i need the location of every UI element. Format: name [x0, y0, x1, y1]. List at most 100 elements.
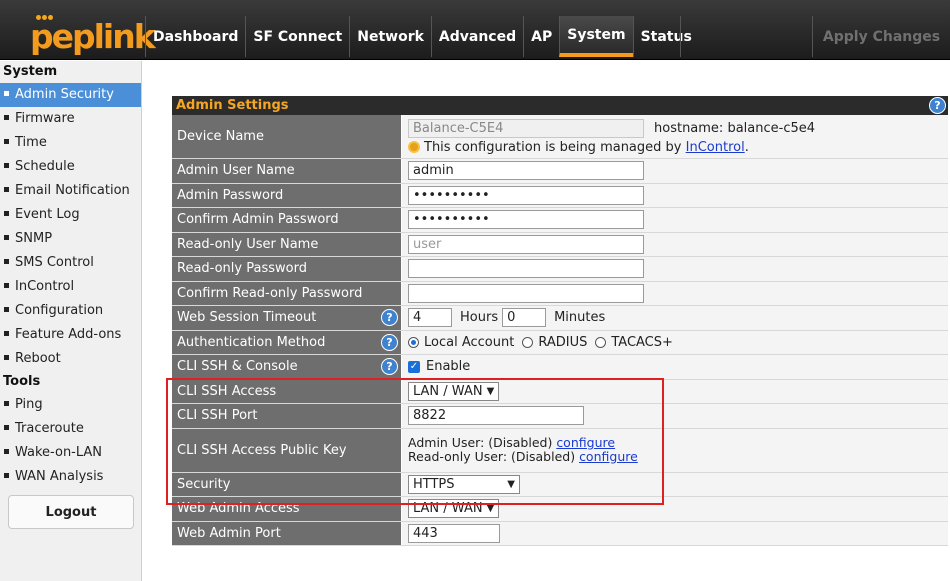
web-admin-port-input[interactable]: 443: [408, 523, 500, 543]
help-icon[interactable]: ?: [381, 358, 398, 376]
tab-advanced[interactable]: Advanced: [430, 16, 523, 57]
cli-ssh-port-input[interactable]: 8822: [408, 406, 584, 426]
sidebar-item-label: WAN Analysis: [15, 469, 104, 484]
radio-tacacs[interactable]: TACACS+: [595, 335, 673, 350]
tab-sf-connect[interactable]: SF Connect: [245, 16, 349, 57]
field-value: 8822: [402, 404, 948, 428]
sidebar-item-label: Event Log: [15, 207, 80, 222]
web-admin-access-select[interactable]: LAN / WAN ▼: [408, 499, 500, 519]
peplink-logo[interactable]: peplink: [0, 0, 156, 60]
apply-changes-button[interactable]: Apply Changes: [812, 16, 950, 57]
field-label: Web Admin Access: [172, 497, 402, 521]
select-value: LAN / WAN: [413, 501, 483, 517]
admin-password-label: Admin Password: [177, 187, 284, 203]
readonly-password-input[interactable]: [408, 259, 644, 279]
tab-network[interactable]: Network: [349, 16, 431, 57]
device-name-input[interactable]: Balance-C5E4: [408, 118, 644, 138]
logout-button[interactable]: Logout: [8, 495, 134, 529]
logo-text: peplink: [30, 17, 156, 56]
sidebar-item-feature-add-ons[interactable]: Feature Add-ons: [0, 323, 141, 347]
radio-local-account[interactable]: Local Account: [408, 335, 514, 350]
field-value: ••••••••••: [402, 208, 948, 232]
bullet-icon: [4, 187, 9, 192]
cli-ssh-access-row: CLI SSH Access LAN / WAN ▼: [172, 379, 948, 404]
readonly-user-name-input[interactable]: user: [408, 234, 644, 254]
readonly-user-key-status: Read-only User: (Disabled): [408, 449, 576, 464]
sidebar-item-admin-security[interactable]: Admin Security: [0, 83, 141, 107]
chevron-down-icon: ▼: [507, 478, 515, 490]
gear-icon: [408, 141, 420, 153]
sidebar-item-label: SMS Control: [15, 255, 94, 270]
incontrol-link[interactable]: InControl: [686, 140, 745, 155]
field-value: ••••••••••: [402, 183, 948, 207]
cli-ssh-port-label: CLI SSH Port: [177, 408, 258, 424]
sidebar-item-incontrol[interactable]: InControl: [0, 275, 141, 299]
security-select[interactable]: HTTPS ▼: [408, 474, 520, 494]
field-value: 4 Hours 0 Minutes: [402, 306, 948, 330]
field-value: Balance-C5E4 hostname: balance-c5e4 This…: [402, 115, 948, 158]
help-icon[interactable]: ?: [929, 97, 946, 114]
managed-suffix: .: [744, 139, 749, 155]
sidebar-item-firmware[interactable]: Firmware: [0, 107, 141, 131]
radio-label: Local Account: [424, 334, 515, 350]
sidebar-item-label: SNMP: [15, 231, 53, 246]
sidebar-item-sms-control[interactable]: SMS Control: [0, 251, 141, 275]
sidebar-item-email-notification[interactable]: Email Notification: [0, 179, 141, 203]
sidebar-item-label: Wake-on-LAN: [15, 445, 103, 460]
admin-password-row: Admin Password ••••••••••: [172, 183, 948, 208]
help-icon[interactable]: ?: [381, 333, 398, 351]
field-label: Authentication Method?: [172, 330, 402, 354]
sidebar-item-label: Admin Security: [15, 87, 114, 102]
web-admin-port-row: Web Admin Port 443: [172, 521, 948, 546]
sidebar-item-configuration[interactable]: Configuration: [0, 299, 141, 323]
readonly-password-label: Read-only Password: [177, 261, 307, 277]
device-name-label: Device Name: [177, 129, 264, 144]
security-row: Security HTTPS ▼: [172, 472, 948, 497]
sidebar-item-snmp[interactable]: SNMP: [0, 227, 141, 251]
sidebar: System Admin Security Firmware Time Sche…: [0, 61, 142, 581]
timeout-hours-input[interactable]: 4: [408, 308, 452, 328]
radio-label: RADIUS: [538, 334, 588, 350]
sidebar-item-reboot[interactable]: Reboot: [0, 347, 141, 371]
tab-ap[interactable]: AP: [523, 16, 559, 57]
confirm-readonly-password-input[interactable]: [408, 283, 644, 303]
sidebar-item-schedule[interactable]: Schedule: [0, 155, 141, 179]
configure-admin-key-link[interactable]: configure: [556, 435, 615, 450]
radio-icon: [595, 336, 607, 348]
field-label: Device Name: [172, 115, 402, 158]
sidebar-item-event-log[interactable]: Event Log: [0, 203, 141, 227]
bullet-icon: [4, 449, 9, 454]
admin-password-input[interactable]: ••••••••••: [408, 185, 644, 205]
readonly-password-row: Read-only Password: [172, 257, 948, 282]
cli-ssh-public-key-row: CLI SSH Access Public Key Admin User: (D…: [172, 428, 948, 473]
field-value: HTTPS ▼: [402, 472, 948, 496]
sidebar-item-label: Configuration: [15, 303, 104, 318]
bullet-icon: [4, 425, 9, 430]
cli-ssh-access-select[interactable]: LAN / WAN ▼: [408, 381, 500, 401]
confirm-admin-password-input[interactable]: ••••••••••: [408, 210, 644, 230]
sidebar-item-time[interactable]: Time: [0, 131, 141, 155]
field-label: Admin User Name: [172, 159, 402, 183]
field-label: Admin Password: [172, 183, 402, 207]
sidebar-item-traceroute[interactable]: Traceroute: [0, 417, 141, 441]
field-label: Read-only Password: [172, 257, 402, 281]
configure-readonly-key-link[interactable]: configure: [579, 449, 638, 464]
chevron-down-icon: ▼: [486, 503, 495, 515]
radio-radius[interactable]: RADIUS: [522, 335, 587, 350]
enable-checkbox[interactable]: ✓ Enable: [408, 359, 470, 374]
field-label: Web Session Timeout?: [172, 306, 402, 330]
bullet-icon: [4, 139, 9, 144]
tab-system[interactable]: System: [559, 16, 633, 57]
sidebar-item-ping[interactable]: Ping: [0, 393, 141, 417]
admin-user-name-input[interactable]: admin: [408, 161, 644, 181]
sidebar-item-wan-analysis[interactable]: WAN Analysis: [0, 465, 141, 489]
select-value: LAN / WAN: [413, 383, 483, 399]
panel-header: Admin Settings ?: [172, 96, 948, 115]
timeout-minutes-input[interactable]: 0: [502, 308, 547, 328]
confirm-admin-password-row: Confirm Admin Password ••••••••••: [172, 208, 948, 233]
sidebar-item-wake-on-lan[interactable]: Wake-on-LAN: [0, 441, 141, 465]
web-session-timeout-label: Web Session Timeout: [177, 310, 317, 326]
tab-dashboard[interactable]: Dashboard: [145, 16, 245, 57]
radio-icon: [522, 336, 534, 348]
help-icon[interactable]: ?: [381, 309, 398, 327]
